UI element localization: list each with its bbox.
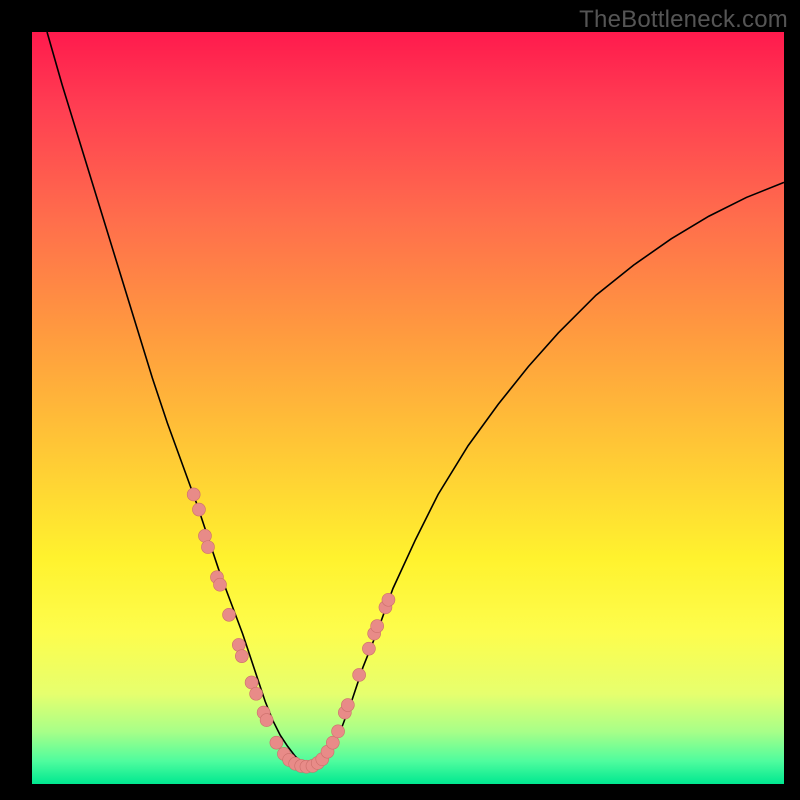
data-point (250, 687, 263, 700)
data-point (260, 714, 273, 727)
data-point (382, 593, 395, 606)
data-point (371, 620, 384, 633)
data-point (198, 529, 211, 542)
data-point (187, 488, 200, 501)
data-point (270, 736, 283, 749)
chart-svg (32, 32, 784, 784)
data-point (214, 578, 227, 591)
data-point (192, 503, 205, 516)
data-point (332, 725, 345, 738)
watermark-text: TheBottleneck.com (579, 6, 788, 34)
data-point (341, 699, 354, 712)
data-point (235, 650, 248, 663)
bottleneck-curve (47, 32, 784, 769)
data-point (362, 642, 375, 655)
data-markers (187, 488, 395, 773)
data-point (232, 638, 245, 651)
data-point (353, 668, 366, 681)
data-point (201, 541, 214, 554)
data-point (223, 608, 236, 621)
chart-frame (32, 32, 784, 784)
